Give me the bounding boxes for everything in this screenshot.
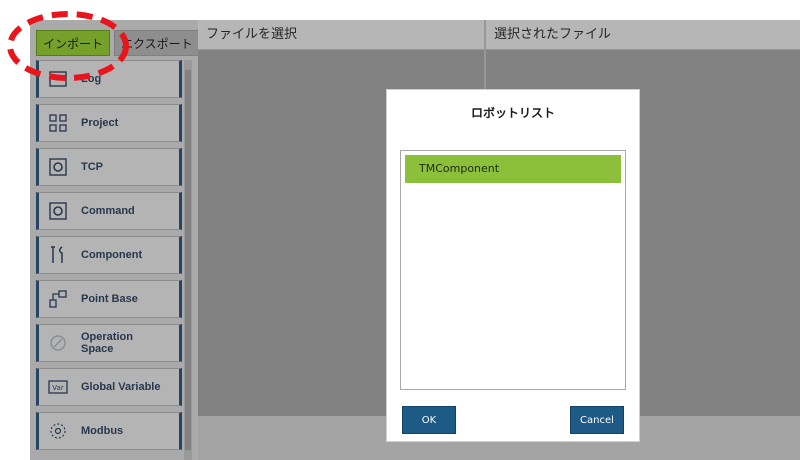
dialog-title: ロボットリスト — [470, 106, 555, 120]
robot-list-dialog: ロボットリスト TMComponent OK Cancel — [386, 89, 640, 442]
ok-button[interactable]: OK — [402, 406, 456, 434]
list-item[interactable]: TMComponent — [405, 155, 621, 183]
screen-root: インポート エクスポート Log Project TCP Command Com… — [0, 0, 800, 460]
cancel-button[interactable]: Cancel — [570, 406, 624, 434]
robot-list: TMComponent — [400, 150, 626, 390]
